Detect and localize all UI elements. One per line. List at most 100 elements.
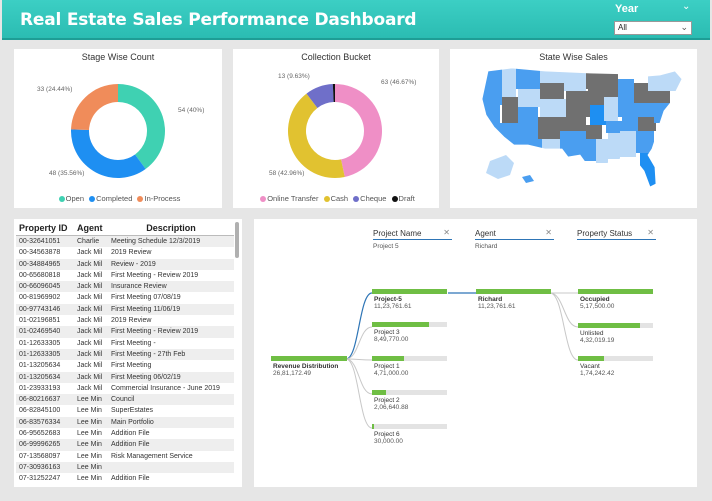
table-row[interactable]: 01-13205634 Jack Mil First Meeting 06/02/1… [16, 371, 234, 383]
cell-description: Main Portfolio [108, 416, 234, 429]
table-row[interactable]: 01-12633305 Jack Mil First Meeting - [16, 338, 234, 349]
cell-description: First Meeting 11/06/19 [108, 303, 234, 316]
legend-open-label[interactable]: Open [66, 194, 84, 203]
filter-project-name[interactable]: Project Name ✕ Project 5 [373, 228, 452, 250]
col-header-description[interactable]: Description [108, 221, 234, 236]
project-node[interactable]: Project 1 4,71,000.00 [372, 356, 447, 380]
cell-description [108, 461, 234, 474]
cell-agent: Charlie [74, 236, 108, 248]
close-icon[interactable]: ✕ [443, 228, 450, 237]
status-name: Occupied [580, 296, 610, 303]
hawaii-shape[interactable] [522, 175, 534, 183]
project-node[interactable]: Project 2 2,06,640.88 [372, 390, 447, 414]
cell-property-id: 01-02469540 [16, 326, 74, 338]
decomposition-connectors [345, 292, 579, 429]
table-row[interactable]: 06-99996265 Lee Min Addition File [16, 439, 234, 451]
cell-property-id: 00-97743146 [16, 303, 74, 316]
legend-in-process-label[interactable]: In-Process [144, 194, 180, 203]
agent-node-value: 11,23,761.61 [478, 303, 516, 310]
cell-description: Council [108, 394, 234, 406]
project-value: 2,06,640.88 [374, 404, 409, 411]
cell-agent: Jack Mil [74, 258, 108, 270]
pie-slice-open[interactable] [118, 84, 165, 170]
dashboard-header: Real Estate Sales Performance Dashboard … [2, 0, 710, 40]
year-dropdown[interactable]: All ⌄ [614, 21, 692, 35]
dashboard-title: Real Estate Sales Performance Dashboard [20, 10, 417, 30]
pie-slice-online-transfer[interactable] [335, 84, 382, 177]
cell-agent: Lee Min [77, 452, 102, 460]
legend-completed-label[interactable]: Completed [96, 194, 132, 203]
table-row[interactable]: 07-13568097 Lee Min Risk Management Servic… [16, 451, 234, 462]
table-row[interactable]: 01-13205634 Jack Mil First Meeting [16, 360, 234, 371]
table-row[interactable]: 00-34563878 Jack Mil 2019 Review [16, 247, 234, 258]
table-row[interactable]: 00-32641051 Charlie Meeting Schedule 12/3/… [16, 236, 234, 248]
legend-cheque-label[interactable]: Cheque [360, 194, 386, 203]
project-value: 30,000.00 [374, 438, 403, 445]
status-node[interactable]: Vacant 1,74,242.42 [578, 356, 653, 380]
cell-description: Addition File [111, 475, 150, 483]
legend-draft-label[interactable]: Draft [399, 194, 415, 203]
table-row[interactable]: 06-82845100 Lee Min SuperEstates [16, 405, 234, 416]
status-node[interactable]: Occupied 5,17,500.00 [578, 289, 653, 313]
table-row[interactable]: 01-02196851 Jack Mil 2019 Review [16, 315, 234, 326]
table-row[interactable]: 00-65680818 Jack Mil First Meeting - Revie… [16, 270, 234, 281]
table-row[interactable]: 07-30936163 Lee Min [16, 461, 234, 474]
table-row[interactable]: 06-80216637 Lee Min Council [16, 394, 234, 406]
status-node[interactable]: Unlisted 4,32,019.19 [578, 323, 653, 347]
project-node[interactable]: Project-5 11,23,761.61 [372, 289, 447, 313]
table-row[interactable]: 00-66096045 Jack Mil Insurance Review [16, 281, 234, 293]
cell-agent: Jack Mil [74, 303, 108, 316]
status-bar [578, 356, 604, 361]
project-node[interactable]: Project 3 8,49,770.00 [372, 322, 447, 346]
pie-slice-in-process[interactable] [71, 84, 118, 130]
root-node[interactable]: Revenue Distribution 26,81,172.49 [271, 356, 347, 380]
legend-online-transfer-label[interactable]: Online Transfer [267, 194, 318, 203]
close-icon[interactable]: ✕ [647, 228, 654, 237]
project-bar [372, 289, 447, 294]
table-row[interactable]: 01-02469540 Jack Mil First Meeting - Revie… [16, 326, 234, 338]
year-collapse-icon[interactable]: ⌄ [682, 1, 690, 12]
close-icon[interactable]: ✕ [545, 228, 552, 237]
cell-property-id: 00-32641051 [16, 236, 74, 248]
project-bar [372, 390, 386, 395]
legend-in-process-swatch [137, 195, 144, 202]
cell-agent: Jack Mil [77, 317, 103, 325]
cell-property-id: 01-02196851 [19, 317, 61, 325]
col-header-agent[interactable]: Agent [74, 221, 108, 236]
project-bar-track [372, 424, 447, 429]
cell-description: Addition File [108, 439, 234, 451]
table-row[interactable]: 00-97743146 Jack Mil First Meeting 11/06/1… [16, 303, 234, 316]
cell-property-id: 06-95652683 [19, 430, 61, 438]
status-name: Vacant [580, 363, 600, 370]
cell-property-id: 06-80216637 [16, 394, 74, 406]
project-value: 11,23,761.61 [374, 303, 412, 310]
property-table-card: Property ID Agent Description 00-3264105… [14, 219, 242, 487]
agent-node-richard[interactable]: Richard 11,23,761.61 [476, 289, 551, 313]
filter-property-status[interactable]: Property Status ✕ [577, 228, 656, 243]
collection-bucket-card: Collection Bucket 13 (9.63%) 63 (46.67%)… [233, 49, 439, 208]
cell-property-id: 00-66096045 [16, 281, 74, 293]
filter-project-name-title: Project Name [373, 229, 422, 238]
legend-cash-label[interactable]: Cash [331, 194, 349, 203]
project-value: 4,71,000.00 [374, 370, 409, 377]
property-table[interactable]: Property ID Agent Description 00-3264105… [16, 221, 234, 485]
table-row[interactable]: 00-34884965 Jack Mil Review - 2019 [16, 258, 234, 270]
filter-agent[interactable]: Agent ✕ Richard [475, 228, 554, 250]
table-row[interactable]: 01-12633305 Jack Mil First Meeting - 27th … [16, 348, 234, 361]
cell-description: First Meeting - 27th Feb [108, 348, 234, 361]
filter-project-name-value: Project 5 [373, 243, 399, 250]
alaska-shape[interactable] [486, 155, 514, 179]
table-row[interactable]: 01-23933193 Jack Mil Commercial Insurance … [16, 383, 234, 394]
cell-property-id: 01-13205634 [16, 371, 74, 383]
table-row[interactable]: 06-83576334 Lee Min Main Portfolio [16, 416, 234, 429]
table-row[interactable]: 00-81969902 Jack Mil First Meeting 07/08/1… [16, 292, 234, 303]
table-scrollbar[interactable] [235, 222, 239, 258]
table-row[interactable]: 07-31252247 Lee Min Addition File [16, 473, 234, 484]
project-bar [372, 356, 404, 361]
col-header-property-id[interactable]: Property ID [16, 221, 74, 236]
cell-description: First Meeting - Review 2019 [108, 326, 234, 338]
filter-agent-title: Agent [475, 229, 496, 238]
table-row[interactable]: 06-95652683 Lee Min Addition File [16, 428, 234, 439]
project-node[interactable]: Project 6 30,000.00 [372, 424, 447, 448]
us-sales-map[interactable] [450, 49, 697, 208]
